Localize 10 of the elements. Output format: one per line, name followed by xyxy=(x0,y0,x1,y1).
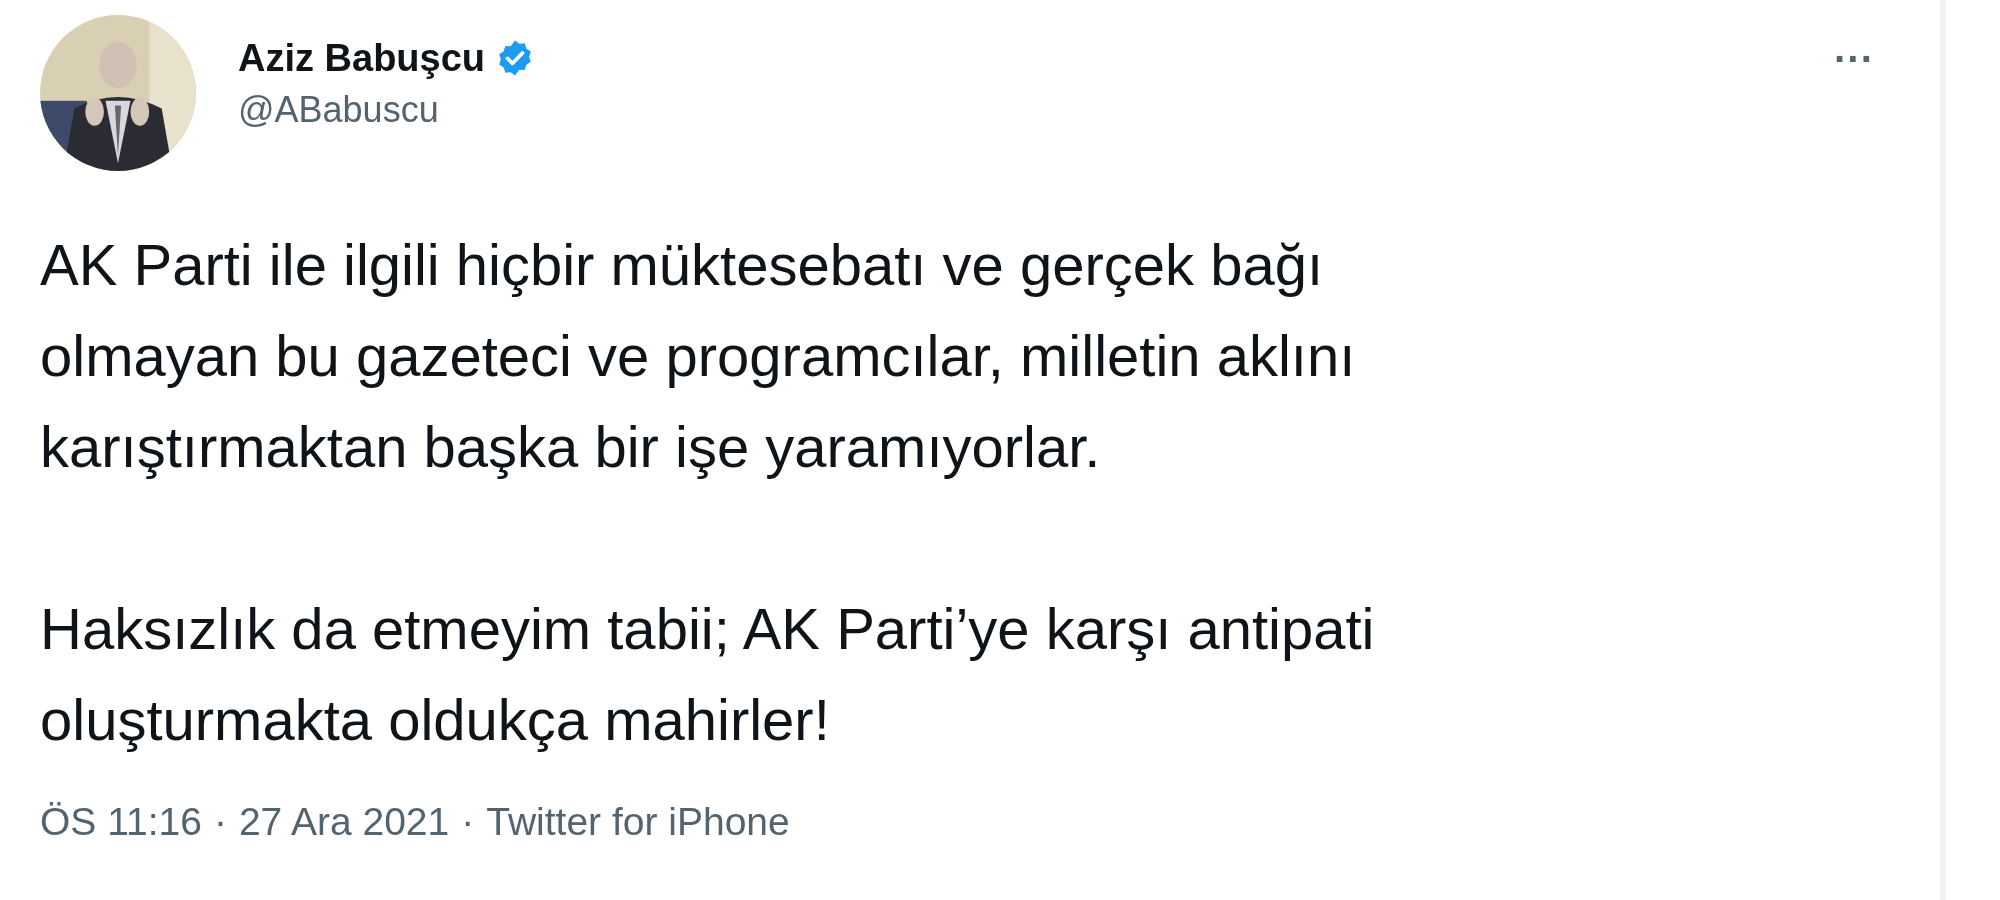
tweet-paragraph: AK Parti ile ilgili hiçbir müktesebatı ve gerçek bağı olmayan bu gazeteci ve programcılar, milletin aklını karıştırmaktan başka bir işe yaramıyorlar. xyxy=(40,231,1357,481)
tweet-source[interactable]: Twitter for iPhone xyxy=(486,800,790,844)
separator-dot: · xyxy=(461,800,475,844)
tweet-time[interactable]: ÖS 11:16 xyxy=(40,800,202,844)
tweet-date[interactable]: 27 Ara 2021 xyxy=(238,800,450,844)
more-options-button[interactable]: ··· xyxy=(1828,39,1880,79)
tweet-paragraph: Haksızlık da etmeyim tabii; AK Parti’ye karşı antipati oluşturmakta oldukça mahirler! xyxy=(40,595,1376,754)
author-handle[interactable]: @ABabuscu xyxy=(238,85,536,135)
author-name[interactable]: Aziz Babuşcu xyxy=(238,35,486,81)
separator-dot: · xyxy=(213,800,227,844)
